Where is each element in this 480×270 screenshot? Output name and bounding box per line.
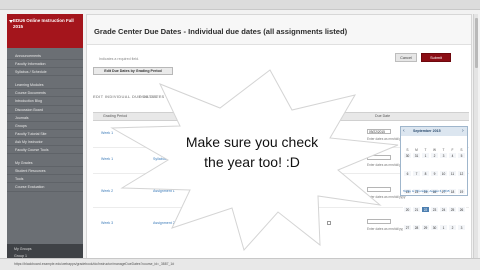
row-item-link[interactable]: Week 1	[101, 157, 113, 161]
calendar-day[interactable]: 11	[448, 170, 457, 177]
page-title: Grade Center Due Dates - Individual due …	[94, 27, 348, 36]
course-title-label: EDU6 Online Instruction Fall 2015	[13, 18, 74, 29]
status-url: https://blackboard.example.edu/webapps/g…	[14, 262, 175, 266]
calendar-day[interactable]: 20	[403, 206, 412, 213]
calendar-day[interactable]: 30	[430, 224, 439, 231]
calendar-day[interactable]: 31	[412, 152, 421, 159]
date-picker-month: September 2015	[413, 129, 441, 133]
calendar-day[interactable]: 4	[448, 152, 457, 159]
menu-item-journals[interactable]: Journals	[7, 114, 83, 122]
course-menu: EDU6 Online Instruction Fall 2015 Announ…	[7, 14, 83, 266]
due-date-input[interactable]	[367, 219, 391, 224]
calendar-day[interactable]: 28	[412, 224, 421, 231]
calendar-day[interactable]: 10	[439, 170, 448, 177]
menu-item-announcements[interactable]: Announcements	[7, 52, 83, 61]
calendar-day[interactable]: 5	[457, 152, 466, 159]
row-type: Discussion	[299, 189, 317, 193]
calendar-day[interactable]: 1	[439, 224, 448, 231]
row-title-link[interactable]: Assignment 2	[153, 221, 175, 225]
screen: EDU6 Online Instruction Fall 2015 Announ…	[0, 0, 480, 270]
column-grading-period[interactable]: Grading Period	[103, 114, 127, 118]
calendar-day[interactable]: 2	[448, 224, 457, 231]
calendar-day[interactable]: 23	[430, 206, 439, 213]
calendar-day[interactable]: 29	[421, 224, 430, 231]
row-checkbox[interactable]	[327, 221, 331, 225]
row-checkbox[interactable]	[327, 189, 331, 193]
calendar-day[interactable]: 25	[448, 206, 457, 213]
row-item-link[interactable]: Week 2	[101, 189, 113, 193]
next-month-icon[interactable]: ›	[462, 128, 464, 134]
menu-item-faculty-information[interactable]: Faculty Information	[7, 60, 83, 69]
menu-item-groups[interactable]: Groups	[7, 122, 83, 130]
callout-text: Make sure you check the year too! :D	[152, 132, 352, 172]
cancel-button[interactable]: Cancel	[395, 53, 417, 62]
menu-item-learning-modules[interactable]: Learning Modules	[7, 81, 83, 90]
column-due-date[interactable]: Due Date	[375, 114, 390, 118]
menu-item-tools[interactable]: Tools	[7, 175, 83, 184]
my-groups-label[interactable]: My Groups	[7, 244, 83, 251]
menu-item-discussion-board[interactable]: Discussion Board	[7, 106, 83, 114]
section-due-dates: DUE DATES	[139, 94, 165, 99]
row-type: Discussion	[299, 221, 317, 225]
calendar-day[interactable]: 30	[403, 152, 412, 159]
calendar-day[interactable]: 19	[457, 188, 466, 195]
calendar-day[interactable]: 12	[457, 170, 466, 177]
menu-item-student-resources[interactable]: Student Resources	[7, 167, 83, 176]
due-date-input[interactable]	[367, 187, 391, 192]
calendar-day[interactable]: 9	[430, 170, 439, 177]
calendar-day[interactable]: 21	[412, 206, 421, 213]
prev-month-icon[interactable]: ‹	[403, 128, 405, 134]
calendar-day[interactable]: 27	[403, 224, 412, 231]
group-1-link[interactable]: Group 1	[7, 251, 83, 258]
browser-status-bar: https://blackboard.example.edu/webapps/g…	[0, 258, 480, 270]
scrollbar-thumb[interactable]	[475, 18, 478, 68]
course-title[interactable]: EDU6 Online Instruction Fall 2015	[7, 14, 83, 48]
submit-button[interactable]: Submit	[421, 53, 451, 62]
menu-item-my-grades[interactable]: My Grades	[7, 159, 83, 168]
calendar-day[interactable]: 1	[421, 152, 430, 159]
calendar-day[interactable]: 24	[439, 206, 448, 213]
grid-header: Grading Period Due Date	[93, 112, 469, 121]
required-field-note: Indicates a required field.	[99, 57, 140, 61]
calendar-day[interactable]: 2	[430, 152, 439, 159]
calendar-day[interactable]: 3	[439, 152, 448, 159]
callout-line-1: Make sure you check	[185, 134, 319, 150]
calendar-day[interactable]: 22	[421, 206, 430, 213]
menu-item-course-evaluation[interactable]: Course Evaluation	[7, 183, 83, 192]
date-picker: ‹ September 2015 › SMTWTFS 30 31 1 2 3 4 56 7 8 9…	[400, 126, 468, 231]
today-link[interactable]: Today is: Thursday, August 6, 2015	[403, 189, 450, 193]
menu-item-course-documents[interactable]: Course Documents	[7, 89, 83, 98]
collapse-triangle-icon[interactable]	[9, 20, 13, 23]
page-scrollbar[interactable]	[473, 14, 478, 258]
calendar-day[interactable]: 3	[457, 224, 466, 231]
calendar-day[interactable]: 26	[457, 206, 466, 213]
calendar-day[interactable]: 8	[421, 170, 430, 177]
menu-item-faculty-course-tools[interactable]: Faculty Course Tools	[7, 146, 83, 155]
edit-due-dates-by-grading-period-button[interactable]: Edit Due Dates by Grading Period	[93, 67, 173, 75]
menu-item-faculty-tutorial[interactable]: Faculty Tutorial Site	[7, 130, 83, 138]
due-date-input[interactable]	[367, 155, 391, 160]
row-item-link[interactable]: Week 3	[101, 221, 113, 225]
menu-item-introduction-blog[interactable]: Introduction Blog	[7, 97, 83, 106]
due-date-input[interactable]: 09/22/2015	[367, 129, 391, 134]
calendar-day[interactable]: 6	[403, 170, 412, 177]
calendar-day[interactable]: 7	[412, 170, 421, 177]
browser-toolbar	[0, 0, 480, 10]
row-title-link[interactable]: Assignment 1	[153, 189, 175, 193]
menu-item-ask-instructor[interactable]: Ask My Instructor	[7, 138, 83, 147]
callout-line-2: the year too! :D	[204, 154, 300, 170]
course-menu-list: Announcements Faculty Information Syllab…	[7, 52, 83, 192]
date-format-hint: Enter dates as mm/dd/yyyy	[367, 227, 406, 231]
menu-item-syllabus[interactable]: Syllabus / Schedule	[7, 68, 83, 77]
row-item-link[interactable]: Week 1	[101, 131, 113, 135]
